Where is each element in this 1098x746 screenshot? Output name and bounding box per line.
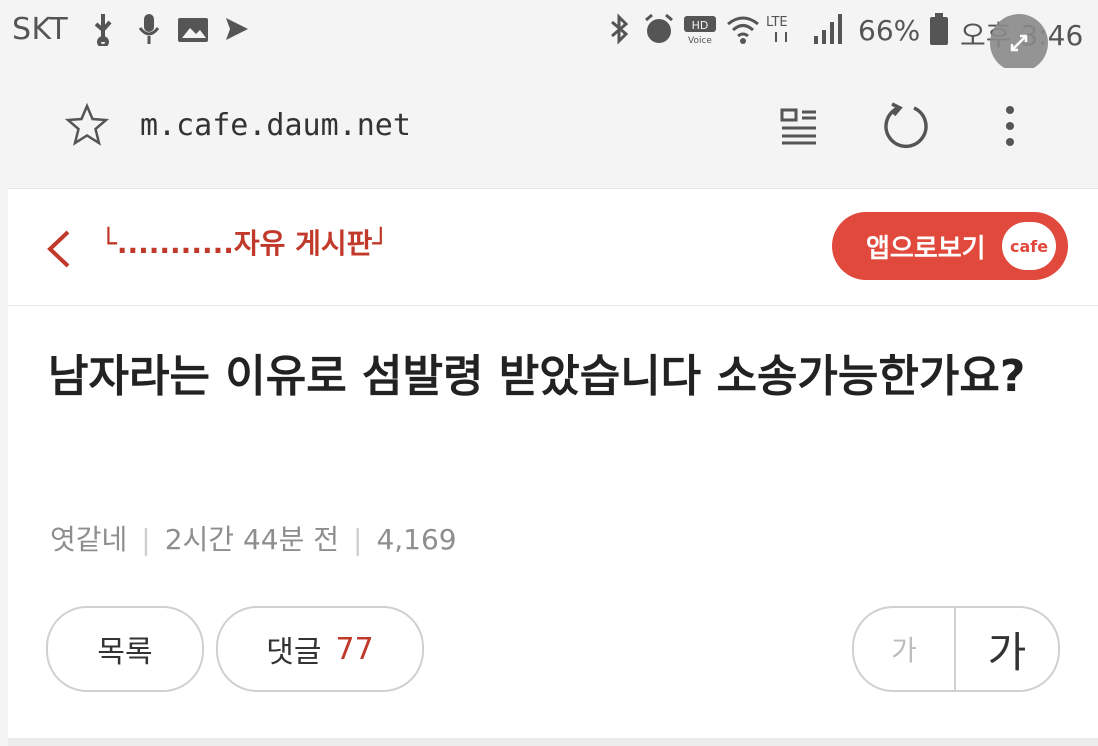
comments-button-label: 댓글 bbox=[266, 635, 322, 670]
divider bbox=[8, 738, 1098, 746]
post-author[interactable]: 엿같네 bbox=[50, 523, 127, 556]
battery-icon bbox=[930, 13, 948, 45]
expand-icon bbox=[1010, 34, 1028, 52]
lte-icon: LTE bbox=[766, 15, 788, 42]
bluetooth-icon bbox=[611, 13, 629, 45]
svg-text:Voice: Voice bbox=[688, 36, 712, 46]
font-size-small-button[interactable]: 가 bbox=[854, 608, 956, 690]
open-in-app-button[interactable]: 앱으로보기 cafe bbox=[832, 212, 1068, 280]
meta-divider: | bbox=[353, 523, 363, 556]
signal-icon bbox=[814, 14, 842, 44]
battery-percent: 66% bbox=[858, 14, 921, 47]
list-button[interactable]: 목록 bbox=[46, 606, 204, 692]
board-name[interactable]: └...........자유 게시판┘ bbox=[100, 222, 389, 262]
font-size-large-button[interactable]: 가 bbox=[956, 608, 1058, 690]
meta-divider: | bbox=[141, 523, 151, 556]
usb-icon bbox=[94, 14, 112, 46]
image-icon bbox=[178, 18, 208, 42]
post-title: 남자라는 이유로 섬발령 받았습니다 소송가능한가요? bbox=[48, 351, 1026, 402]
mic-icon bbox=[138, 14, 160, 44]
url-text[interactable]: m.cafe.daum.net bbox=[140, 108, 411, 143]
reader-mode-icon[interactable] bbox=[778, 106, 820, 146]
comments-button[interactable]: 댓글 77 bbox=[216, 606, 424, 692]
status-bar: SKT HD Voice LTE 66% 오후 3:46 bbox=[0, 0, 1098, 72]
font-size-toggle: 가 가 bbox=[852, 606, 1060, 692]
svg-text:LTE: LTE bbox=[766, 15, 788, 30]
post-views: 4,169 bbox=[376, 523, 457, 556]
send-icon bbox=[226, 18, 248, 40]
post-time: 2시간 44분 전 bbox=[164, 523, 340, 556]
bookmark-star-icon[interactable] bbox=[64, 102, 110, 148]
reload-icon[interactable] bbox=[880, 100, 932, 152]
hd-voice-icon: HD Voice bbox=[684, 16, 716, 46]
list-button-label: 목록 bbox=[97, 635, 153, 670]
svg-text:HD: HD bbox=[692, 19, 709, 32]
back-arrow-icon[interactable] bbox=[44, 228, 74, 270]
alarm-icon bbox=[645, 13, 673, 43]
more-menu-icon[interactable] bbox=[998, 102, 1022, 150]
carrier-name: SKT bbox=[12, 12, 69, 47]
comment-count: 77 bbox=[335, 631, 374, 667]
cafe-logo: cafe bbox=[1002, 222, 1056, 270]
post-meta: 엿같네 | 2시간 44분 전 | 4,169 bbox=[50, 518, 457, 558]
open-in-app-label: 앱으로보기 bbox=[866, 234, 986, 264]
wifi-icon bbox=[727, 16, 759, 44]
expand-button[interactable] bbox=[990, 14, 1048, 72]
